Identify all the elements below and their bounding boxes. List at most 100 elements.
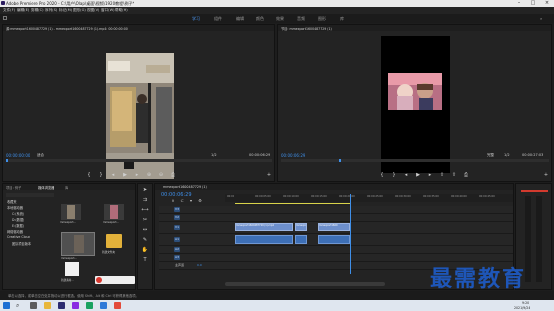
workspace-graphics[interactable]: 图形 — [318, 16, 326, 22]
search-icon[interactable]: ⌕ — [16, 302, 23, 309]
step-back-icon[interactable]: ◂ — [109, 172, 117, 178]
track-label-v1[interactable]: V1 — [174, 225, 180, 230]
audio-clip[interactable] — [235, 235, 293, 244]
razor-tool-icon[interactable]: ✂ — [141, 217, 149, 223]
snap-icon[interactable]: ∩ — [170, 198, 176, 203]
play-icon[interactable]: ▶ — [121, 172, 129, 178]
source-quality-select[interactable]: 1/2 — [211, 153, 217, 157]
program-scrub-bar[interactable] — [281, 159, 549, 162]
tab-libraries[interactable]: 库 — [65, 185, 68, 190]
program-add-button-icon[interactable]: + — [542, 172, 550, 178]
linked-selection-icon[interactable]: ⊂ — [179, 198, 185, 203]
video-clip[interactable]: mmexport — [295, 223, 307, 231]
taskbar-date[interactable]: 2021/9/24 — [514, 306, 530, 310]
tree-local-drives[interactable]: 本地驱动器 — [7, 205, 23, 210]
master-volume-value[interactable]: 0.0 — [197, 263, 202, 267]
workspace-assembly[interactable]: 组件 — [214, 16, 222, 22]
add-button-icon[interactable]: + — [265, 172, 273, 178]
home-icon[interactable] — [3, 16, 7, 20]
app-taskbar-icon[interactable] — [86, 302, 93, 309]
timeline-playhead[interactable] — [350, 194, 351, 274]
menu-help[interactable]: 帮助(H) — [115, 8, 128, 13]
source-scrub-bar[interactable] — [6, 159, 272, 162]
search-icon[interactable]: ⌕ — [540, 16, 542, 21]
workspace-editing[interactable]: 编辑 — [236, 16, 244, 22]
image-thumbnail[interactable] — [65, 262, 79, 276]
media-search-input[interactable] — [6, 193, 54, 197]
track-label-a1[interactable]: A1 — [174, 237, 180, 242]
folder-icon[interactable] — [106, 234, 122, 248]
slip-tool-icon[interactable]: ↔ — [141, 227, 149, 233]
mark-out-icon[interactable]: } — [97, 172, 105, 178]
work-area-bar[interactable] — [235, 203, 350, 204]
extract-icon[interactable]: ⇪ — [450, 172, 458, 178]
app-taskbar-icon[interactable] — [72, 302, 79, 309]
source-fit-select[interactable]: 适合 — [37, 153, 44, 158]
add-marker-icon[interactable]: ▾ — [188, 198, 194, 203]
timeline-timecode[interactable]: 00:00:06:29 — [161, 192, 192, 198]
step-forward-icon[interactable]: ▸ — [133, 172, 141, 178]
insert-icon[interactable]: ⊕ — [145, 172, 153, 178]
ime-logo-icon[interactable] — [96, 277, 102, 283]
file-explorer-icon[interactable] — [44, 302, 51, 309]
video-clip[interactable]: mmexport1600 — [318, 223, 350, 231]
app-taskbar-icon[interactable] — [114, 302, 121, 309]
timeline-sequence-tab[interactable]: mmexport1600487729 (1) — [163, 185, 207, 189]
video-clip[interactable]: mmexport1600487729 (1).mp4 — [235, 223, 293, 231]
ripple-edit-tool-icon[interactable]: ⟷ — [141, 207, 149, 213]
task-view-icon[interactable] — [30, 302, 37, 309]
selection-tool-icon[interactable]: ➤ — [141, 187, 149, 193]
menu-clip[interactable]: 剪辑(C) — [31, 8, 44, 13]
lift-icon[interactable]: ⇧ — [438, 172, 446, 178]
program-tab-label[interactable]: 节目: mmexport1600487729 (1) — [281, 26, 481, 31]
overwrite-icon[interactable]: ⊖ — [157, 172, 165, 178]
source-playhead[interactable] — [6, 159, 8, 162]
track-select-tool-icon[interactable]: ⇉ — [141, 197, 149, 203]
media-thumbnail-selected[interactable] — [61, 232, 95, 256]
program-export-frame-icon[interactable]: ⎙ — [462, 172, 470, 178]
track-label-v3[interactable]: V3 — [174, 207, 180, 212]
program-step-back-icon[interactable]: ◂ — [402, 172, 410, 178]
tree-drive-e[interactable]: E:(数据) — [12, 223, 24, 228]
menu-sequence[interactable]: 序列(S) — [45, 8, 57, 13]
tree-favorites[interactable]: 收藏夹 — [7, 199, 17, 204]
program-timecode[interactable]: 00:00:06:29 — [281, 153, 305, 158]
program-fit-select[interactable]: 完整 — [487, 153, 494, 158]
workspace-color[interactable]: 颜色 — [256, 16, 264, 22]
timeline-settings-icon[interactable]: ⚙ — [197, 198, 203, 203]
program-playhead[interactable] — [339, 159, 341, 162]
program-step-forward-icon[interactable]: ▸ — [426, 172, 434, 178]
menu-window[interactable]: 窗口(W) — [101, 8, 115, 13]
audio-clip[interactable] — [318, 235, 350, 244]
tree-drive-c[interactable]: C:(系统) — [12, 211, 24, 216]
menu-graphics[interactable]: 图形(G) — [73, 8, 86, 13]
program-play-icon[interactable]: ▶ — [414, 172, 422, 178]
track-label-a3[interactable]: A3 — [174, 255, 180, 260]
media-thumbnail[interactable] — [61, 204, 81, 220]
app-taskbar-icon[interactable] — [100, 302, 107, 309]
maximize-button[interactable]: □ — [526, 0, 540, 7]
timeline-ruler[interactable]: 00:00 00:00:05:00 00:00:10:00 00:00:15:0… — [225, 194, 513, 202]
track-label-a2[interactable]: A2 — [174, 247, 180, 252]
workspace-learning[interactable]: 学习 — [192, 16, 200, 22]
input-method-toolbar[interactable] — [95, 276, 135, 284]
timeline-horizontal-scrollbar[interactable] — [225, 282, 385, 286]
menu-edit[interactable]: 编辑(E) — [17, 8, 29, 13]
tree-creative-cloud[interactable]: Creative Cloud — [7, 235, 30, 239]
close-button[interactable]: × — [540, 0, 554, 7]
program-mark-out-icon[interactable]: } — [390, 172, 398, 178]
source-tab-label[interactable]: 源:mmexport1600487729 (1) - mmexport16004… — [6, 26, 266, 31]
workspace-audio[interactable]: 音频 — [297, 16, 305, 22]
menu-file[interactable]: 文件(F) — [3, 8, 15, 13]
windows-logo-icon[interactable] — [3, 302, 10, 309]
type-tool-icon[interactable]: T — [141, 257, 149, 263]
tree-team-projects[interactable]: 团队项目版本 — [12, 241, 31, 246]
menu-view[interactable]: 视图(V) — [87, 8, 99, 13]
export-frame-icon[interactable]: ⎙ — [169, 172, 177, 178]
menu-marker[interactable]: 标记(M) — [59, 8, 72, 13]
program-quality-select[interactable]: 1/2 — [504, 153, 510, 157]
audio-clip[interactable] — [295, 235, 307, 244]
workspace-effects[interactable]: 效果 — [276, 16, 284, 22]
taskbar-time[interactable]: 9:20 — [522, 301, 529, 305]
tab-project[interactable]: 项目: 例子 — [6, 185, 21, 190]
